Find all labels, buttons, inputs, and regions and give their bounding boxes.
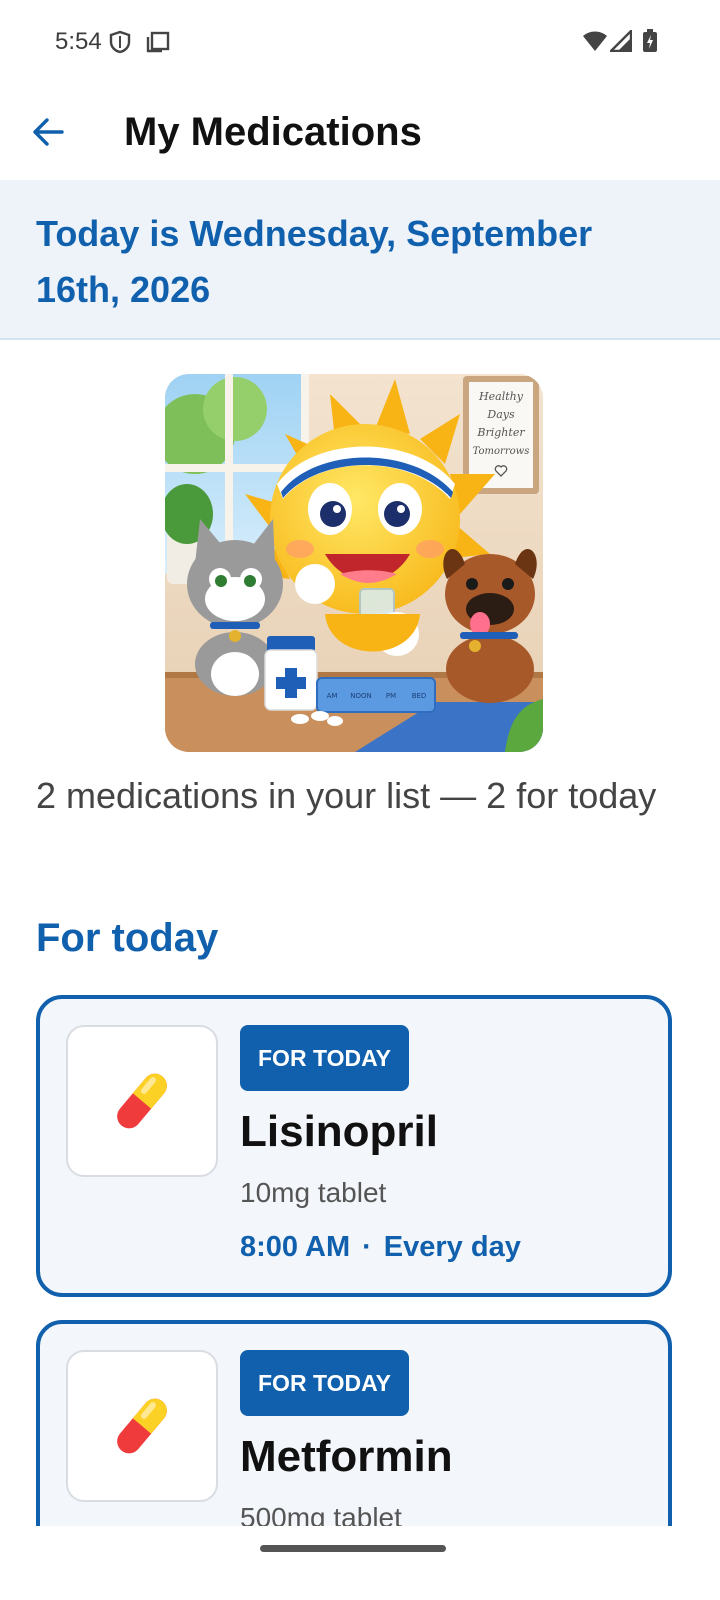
status-bar: 5:54 [0, 0, 720, 84]
svg-text:PM: PM [386, 692, 396, 700]
medication-frequency: Every day [383, 1231, 521, 1263]
medication-time: 8:00 AM [240, 1231, 351, 1263]
signal-icon [608, 28, 633, 57]
page-title: My Medications [124, 110, 422, 154]
svg-text:AM: AM [327, 692, 338, 700]
svg-text:Tomorrows: Tomorrows [473, 446, 530, 457]
medication-name: Lisinopril [240, 1107, 438, 1156]
hero-illustration: Healthy Days Brighter Tomorrows AM NOON … [165, 374, 543, 752]
medication-dose: 10mg tablet [240, 1177, 387, 1208]
back-arrow-icon[interactable] [20, 104, 76, 160]
pill-icon [66, 1350, 218, 1502]
medication-name: Metformin [240, 1432, 453, 1481]
app-bar: My Medications [0, 84, 720, 180]
for-today-badge: FOR TODAY [240, 1025, 409, 1091]
svg-text:NOON: NOON [350, 692, 372, 700]
battery-icon [642, 29, 658, 58]
bottom-nav-area [0, 1526, 720, 1600]
shield-icon [109, 30, 131, 59]
section-title-today: For today [36, 916, 219, 960]
svg-text:BED: BED [412, 692, 427, 700]
date-text: Today is Wednesday, September 16th, 2026 [36, 213, 593, 310]
screen-icon [146, 31, 170, 58]
date-banner: Today is Wednesday, September 16th, 2026 [0, 180, 720, 340]
svg-text:Brighter: Brighter [476, 426, 525, 439]
for-today-badge: FOR TODAY [240, 1350, 409, 1416]
separator-dot: · [362, 1231, 372, 1263]
sign-text: Healthy [478, 390, 524, 403]
medication-card[interactable]: FOR TODAY Lisinopril 10mg tablet 8:00 AM… [36, 995, 672, 1297]
wifi-icon [582, 30, 608, 57]
medication-summary: 2 medications in your list — 2 for today [36, 775, 657, 816]
pill-icon [66, 1025, 218, 1177]
svg-text:Days: Days [486, 408, 515, 421]
home-indicator[interactable] [260, 1545, 446, 1552]
medication-schedule: 8:00 AM · Every day [240, 1231, 521, 1264]
status-time: 5:54 [55, 28, 102, 55]
